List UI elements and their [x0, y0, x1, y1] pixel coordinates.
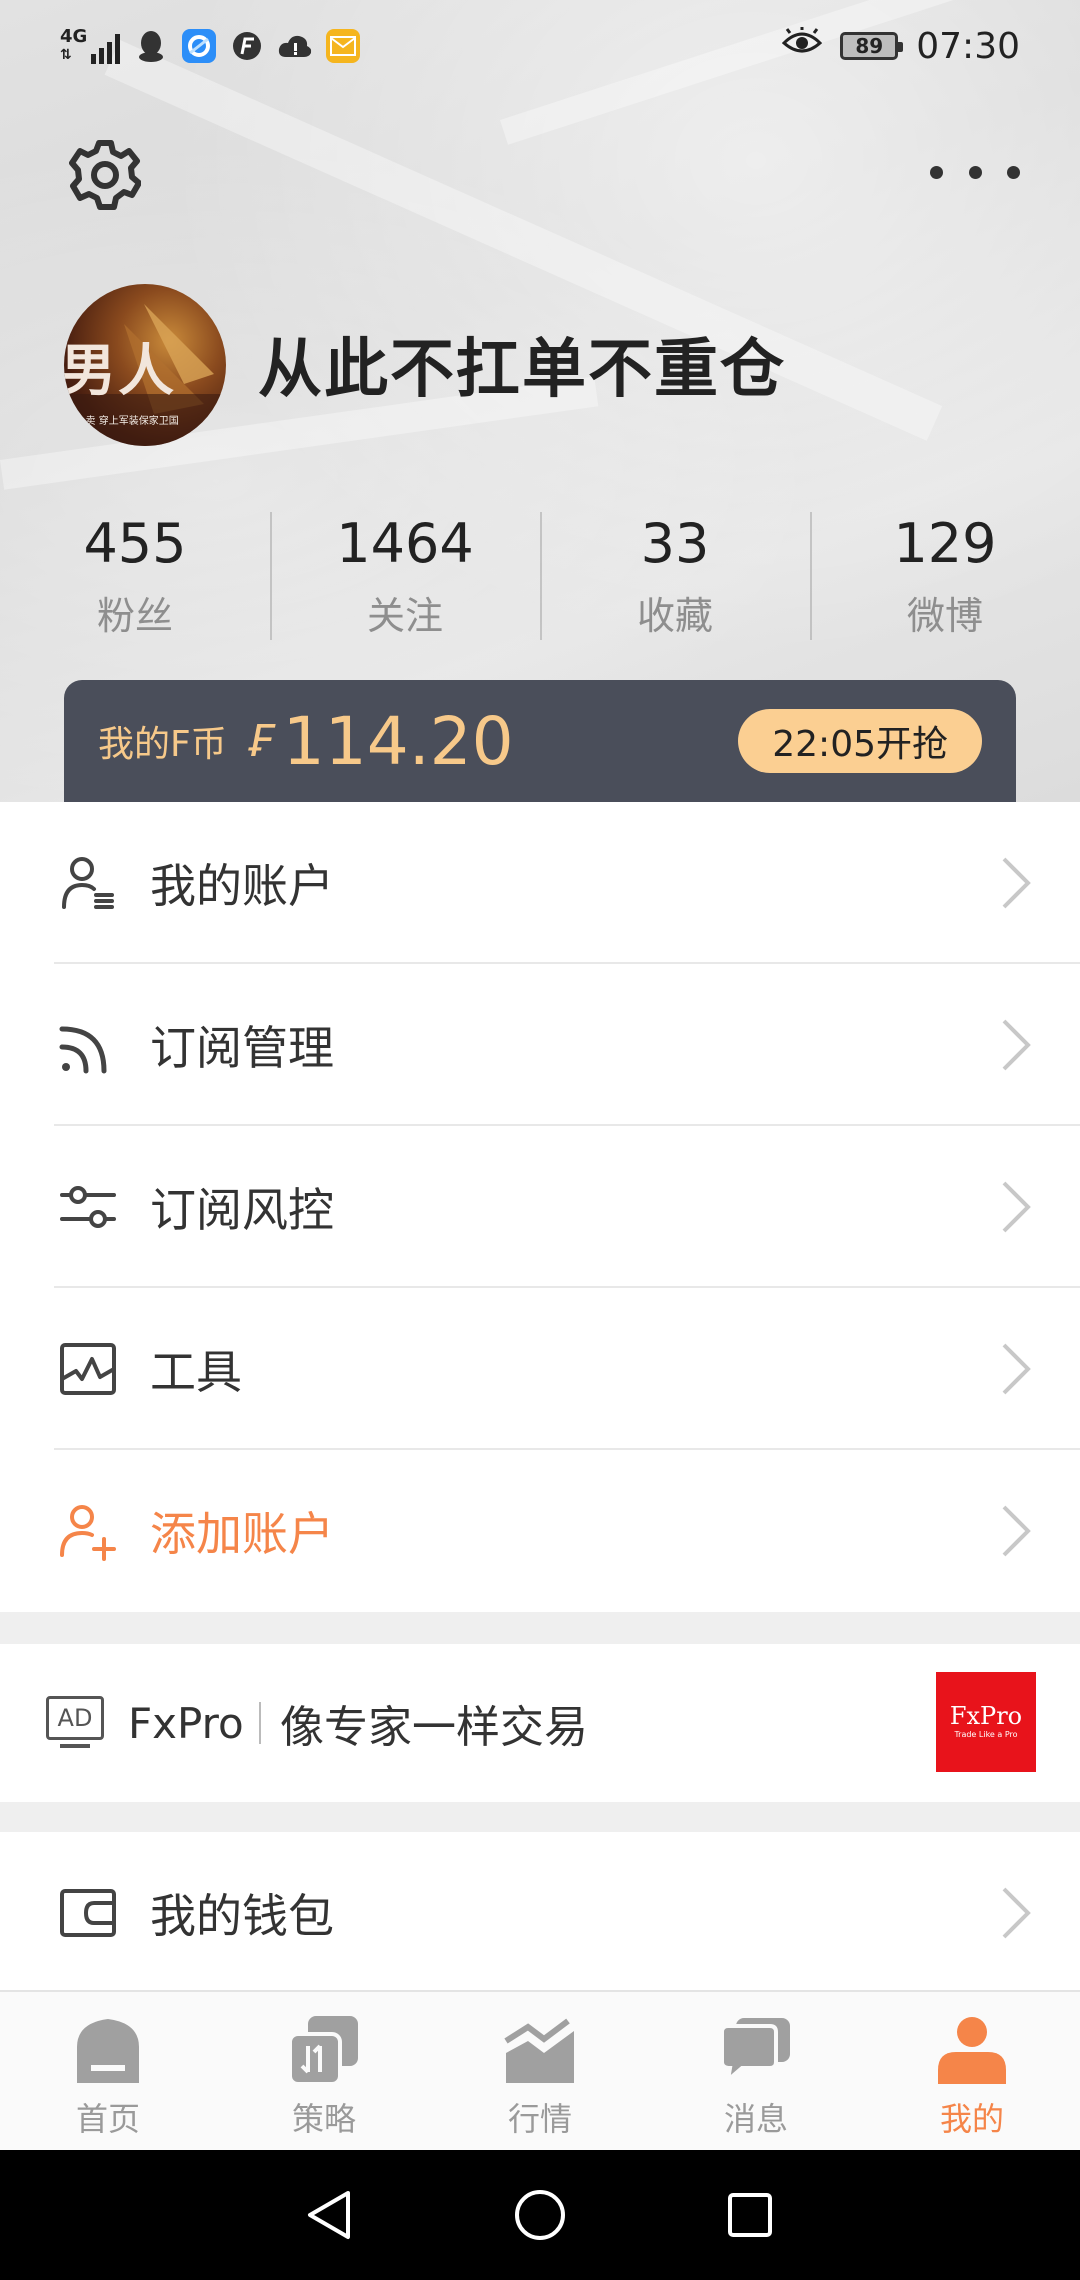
tab-label: 我的 [939, 2100, 1004, 2138]
system-navigation-bar [0, 2150, 1080, 2280]
battery-level: 89 [855, 34, 884, 58]
tab-messages[interactable]: 消息 [648, 1992, 864, 2152]
chevron-right-icon [1002, 1181, 1031, 1233]
menu-item-wallet[interactable]: 我的钱包 [0, 1832, 1080, 1994]
eye-comfort-icon [782, 26, 823, 66]
fcoin-grab-button[interactable]: 22:05开抢 [738, 709, 982, 773]
section-gap [0, 1612, 1080, 1644]
fcoin-label: 我的F币 [98, 724, 227, 765]
tab-label: 首页 [75, 2100, 140, 2138]
status-bar: 4G ⇅ 89 07:30 [0, 0, 1080, 92]
section-gap [0, 1802, 1080, 1832]
tab-profile[interactable]: 我的 [864, 1992, 1080, 2152]
stat-value: 129 [893, 512, 997, 575]
menu-item-subscription-manage[interactable]: 订阅管理 [0, 964, 1080, 1126]
menu-label: 我的钱包 [150, 1889, 334, 1943]
chevron-right-icon [1002, 1019, 1031, 1071]
username: 从此不扛单不重仓 [258, 333, 786, 407]
fcoin-card[interactable]: 我的F币 ₣ 114.20 22:05开抢 [64, 680, 1016, 802]
cloud-alert-icon [278, 29, 312, 63]
menu-item-add-account[interactable]: 添加账户 [0, 1450, 1080, 1612]
menu-label: 订阅风控 [150, 1183, 334, 1237]
chevron-right-icon [1002, 1505, 1031, 1557]
home-circle-icon [515, 2190, 565, 2240]
fcoin-amount: 114.20 [282, 702, 514, 780]
battery-icon: 89 [840, 32, 904, 60]
ad-text: 像专家一样交易 [280, 1702, 588, 1753]
recents-button[interactable] [720, 2185, 780, 2245]
back-button[interactable] [300, 2185, 360, 2245]
strategy-icon [286, 2012, 362, 2088]
avatar-text: 男人 [64, 339, 176, 404]
tab-label: 行情 [507, 2100, 572, 2138]
more-options-button[interactable] [930, 148, 1020, 196]
user-list-icon [56, 851, 120, 915]
stat-label: 微博 [906, 594, 983, 638]
stat-followers[interactable]: 455 粉丝 [0, 506, 270, 646]
more-dots-icon [930, 165, 943, 179]
fxpro-logo: FxPro Trade Like a Pro [936, 1672, 1036, 1772]
menu-list: 我的账户 订阅管理 订阅风控 工具 添加账户 [0, 802, 1080, 1612]
add-user-icon [56, 1499, 120, 1563]
avatar-caption: ...卖 穿上军装保家卫国 [76, 416, 179, 427]
avatar[interactable]: 男人 ...卖 穿上军装保家卫国 [64, 284, 226, 446]
stat-posts[interactable]: 129 微博 [810, 506, 1080, 646]
tab-strategy[interactable]: 策略 [216, 1992, 432, 2152]
stat-value: 1464 [336, 512, 474, 575]
menu-item-tools[interactable]: 工具 [0, 1288, 1080, 1450]
stat-value: 33 [640, 512, 710, 575]
ad-separator [259, 1702, 261, 1744]
signal-icon: 4G ⇅ [60, 26, 121, 64]
tab-label: 消息 [723, 2100, 788, 2138]
message-icon [718, 2012, 794, 2088]
mail-icon [326, 29, 361, 63]
clock: 07:30 [916, 25, 1020, 67]
gear-icon [69, 140, 141, 210]
menu-label: 订阅管理 [150, 1021, 334, 1075]
bottom-tab-bar: 首页 策略 行情 消息 我的 [0, 1990, 1080, 2150]
logo-title: FxPro [949, 1702, 1023, 1730]
stat-label: 关注 [366, 594, 443, 638]
home-nav-button[interactable] [510, 2185, 570, 2245]
browser-icon [182, 29, 217, 63]
menu-label: 工具 [150, 1345, 242, 1399]
logo-sub: Trade Like a Pro [954, 1730, 1018, 1739]
ad-banner[interactable]: AD FxPro 像专家一样交易 FxPro Trade Like a Pro [0, 1644, 1080, 1802]
menu-item-my-account[interactable]: 我的账户 [0, 802, 1080, 964]
stat-label: 粉丝 [96, 594, 173, 638]
qq-icon [134, 29, 168, 63]
sliders-icon [56, 1175, 120, 1239]
rss-icon [56, 1013, 120, 1077]
settings-button[interactable] [62, 132, 148, 218]
home-icon [70, 2012, 146, 2088]
tab-home[interactable]: 首页 [0, 1992, 216, 2152]
recents-square-icon [728, 2193, 772, 2237]
chevron-right-icon [1002, 1343, 1031, 1395]
flipboard-icon [230, 29, 264, 63]
profile-header: 4G ⇅ 89 07:30 男人 ...卖 穿上军装保家卫国 从此不扛单不重仓 … [0, 0, 1080, 802]
tab-market[interactable]: 行情 [432, 1992, 648, 2152]
tab-label: 策略 [291, 2100, 356, 2138]
chart-pulse-icon [56, 1337, 120, 1401]
stat-label: 收藏 [636, 594, 713, 638]
profile-icon [934, 2012, 1010, 2088]
menu-item-subscription-risk[interactable]: 订阅风控 [0, 1126, 1080, 1288]
fcoin-symbol: ₣ [246, 715, 275, 767]
market-chart-icon [502, 2012, 578, 2088]
menu-label: 我的账户 [150, 859, 334, 913]
stats-row: 455 粉丝 1464 关注 33 收藏 129 微博 [0, 506, 1080, 646]
stat-favorites[interactable]: 33 收藏 [540, 506, 810, 646]
stat-following[interactable]: 1464 关注 [270, 506, 540, 646]
ad-brand: FxPro [128, 1698, 244, 1748]
chevron-right-icon [1002, 857, 1031, 909]
wallet-icon [56, 1881, 120, 1945]
back-triangle-icon [308, 2191, 350, 2239]
network-type: 4G [60, 26, 88, 47]
chevron-right-icon [1002, 1887, 1031, 1939]
menu-label: 添加账户 [150, 1507, 334, 1561]
stat-value: 455 [83, 512, 187, 575]
ad-badge-icon: AD [46, 1696, 104, 1740]
